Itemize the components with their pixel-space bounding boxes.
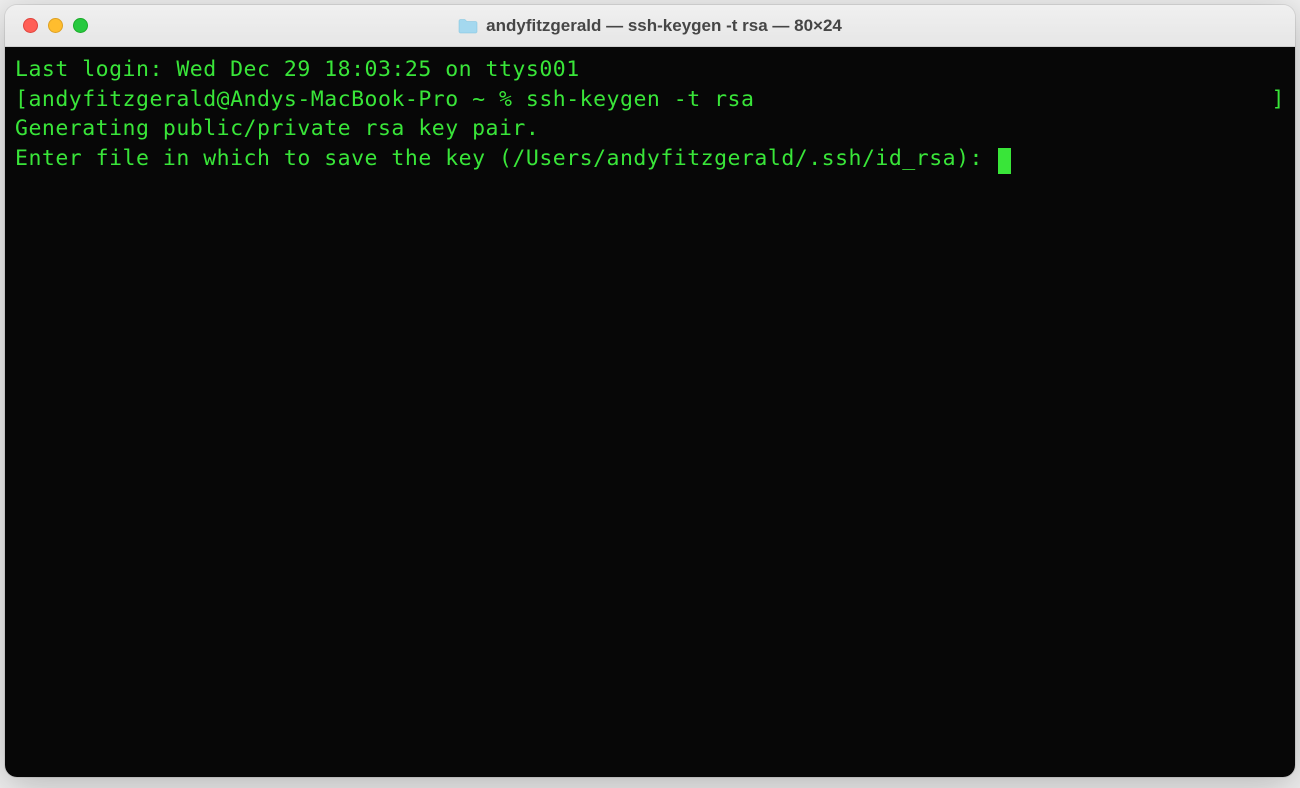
folder-icon: [458, 18, 478, 34]
output-line-2: Enter file in which to save the key (/Us…: [15, 146, 996, 171]
last-login-line: Last login: Wed Dec 29 18:03:25 on ttys0…: [15, 55, 1285, 85]
minimize-button[interactable]: [48, 18, 63, 33]
output-line-1: Generating public/private rsa key pair.: [15, 114, 1285, 144]
cursor: [998, 148, 1011, 174]
output-prompt-line: Enter file in which to save the key (/Us…: [15, 144, 1285, 174]
title-bar[interactable]: andyfitzgerald — ssh-keygen -t rsa — 80×…: [5, 5, 1295, 47]
prompt-text: andyfitzgerald@Andys-MacBook-Pro ~ %: [28, 87, 525, 112]
prompt-line: [andyfitzgerald@Andys-MacBook-Pro ~ % ss…: [15, 85, 1285, 115]
window-title: andyfitzgerald — ssh-keygen -t rsa — 80×…: [486, 16, 842, 36]
close-button[interactable]: [23, 18, 38, 33]
command-text: ssh-keygen -t rsa: [526, 87, 755, 112]
zoom-button[interactable]: [73, 18, 88, 33]
prompt-close-bracket: ]: [1272, 85, 1285, 115]
window-controls: [5, 18, 88, 33]
prompt-open-bracket: [: [15, 87, 28, 112]
title-center: andyfitzgerald — ssh-keygen -t rsa — 80×…: [458, 16, 842, 36]
terminal-window: andyfitzgerald — ssh-keygen -t rsa — 80×…: [5, 5, 1295, 777]
terminal-content[interactable]: Last login: Wed Dec 29 18:03:25 on ttys0…: [5, 47, 1295, 777]
